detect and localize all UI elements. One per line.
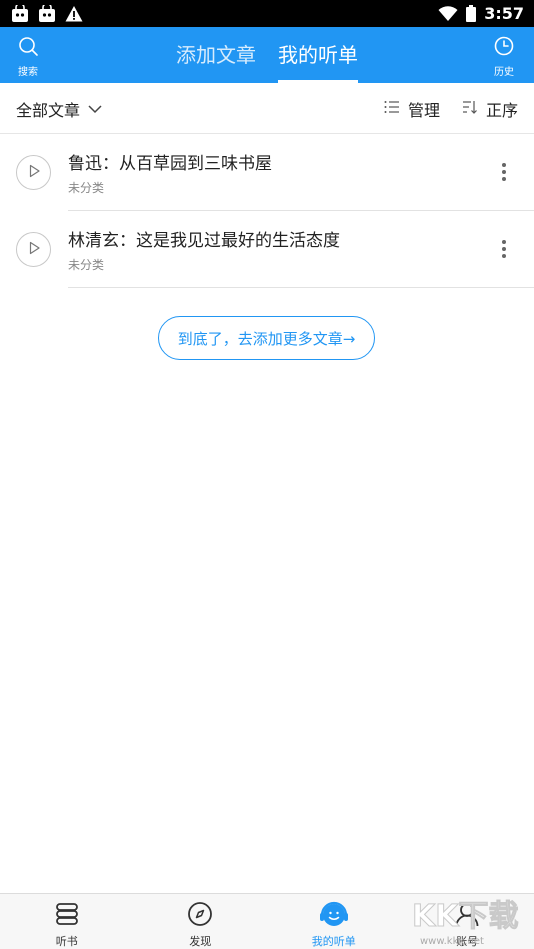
article-title: 林清玄：这是我见过最好的生活态度	[68, 231, 340, 251]
battery-icon	[466, 5, 477, 22]
clock-icon	[493, 35, 515, 61]
add-more-articles-button[interactable]: 到底了，去添加更多文章→	[158, 316, 375, 360]
category-filter-dropdown[interactable]: 全部文章	[16, 83, 102, 134]
nav-item-my-playlist[interactable]: 我的听单	[267, 894, 401, 949]
search-button[interactable]: 搜索	[8, 35, 48, 78]
search-icon	[17, 35, 39, 61]
play-icon	[27, 163, 41, 182]
nav-item-discover[interactable]: 发现	[134, 894, 268, 949]
history-button[interactable]: 历史	[484, 35, 524, 78]
nav-item-audiobooks[interactable]: 听书	[0, 894, 134, 949]
bottom-navigation: 听书 发现 我的听单 账号	[0, 893, 534, 949]
list-item[interactable]: 林清玄：这是我见过最好的生活态度 未分类	[0, 211, 534, 288]
article-title: 鲁迅：从百草园到三味书屋	[68, 154, 272, 174]
play-button[interactable]	[16, 232, 51, 267]
header-tabs: 添加文章 我的听单	[0, 27, 534, 83]
search-label: 搜索	[18, 67, 38, 78]
play-button[interactable]	[16, 155, 51, 190]
article-list: 鲁迅：从百草园到三味书屋 未分类 林清玄：这是我见过最好的生活态度 未分类	[0, 134, 534, 288]
tab-add-article[interactable]: 添加文章	[176, 27, 256, 83]
headphone-smile-icon	[319, 901, 349, 931]
category-filter-label: 全部文章	[16, 100, 81, 120]
status-bar: 3:57	[0, 0, 534, 27]
more-options-button[interactable]	[494, 159, 514, 185]
manage-button[interactable]: 管理	[384, 97, 440, 121]
compass-icon	[187, 901, 213, 931]
top-app-bar: 添加文章 我的听单 搜索 历史	[0, 27, 534, 83]
chevron-down-icon	[88, 99, 102, 118]
sort-order-button[interactable]: 正序	[462, 97, 518, 121]
book-stack-icon	[54, 901, 80, 931]
divider	[68, 287, 534, 288]
play-icon	[27, 240, 41, 259]
clock-time: 3:57	[484, 4, 524, 23]
nav-label: 听书	[55, 935, 78, 948]
article-category: 未分类	[68, 181, 105, 195]
notification-app-icon	[38, 4, 56, 23]
nav-label: 账号	[456, 935, 479, 948]
sort-order-label: 正序	[485, 100, 518, 120]
manage-label: 管理	[407, 100, 440, 120]
wifi-icon	[438, 5, 458, 22]
app-screen: 3:57 添加文章 我的听单 搜索 历史 全部文章 管理 正序 鲁迅：从百草园到…	[0, 0, 534, 949]
notification-app-icon	[11, 4, 29, 23]
user-icon	[454, 901, 480, 931]
nav-item-account[interactable]: 账号	[401, 894, 534, 949]
tab-my-playlist[interactable]: 我的听单	[278, 27, 358, 83]
list-icon	[384, 99, 400, 118]
filter-bar: 全部文章 管理 正序	[0, 83, 534, 134]
more-options-button[interactable]	[494, 236, 514, 262]
nav-label: 我的听单	[311, 935, 356, 948]
article-category: 未分类	[68, 258, 105, 272]
warning-icon	[65, 5, 83, 23]
history-label: 历史	[494, 67, 514, 78]
list-item[interactable]: 鲁迅：从百草园到三味书屋 未分类	[0, 134, 534, 211]
sort-icon	[462, 99, 478, 118]
nav-label: 发现	[189, 935, 212, 948]
